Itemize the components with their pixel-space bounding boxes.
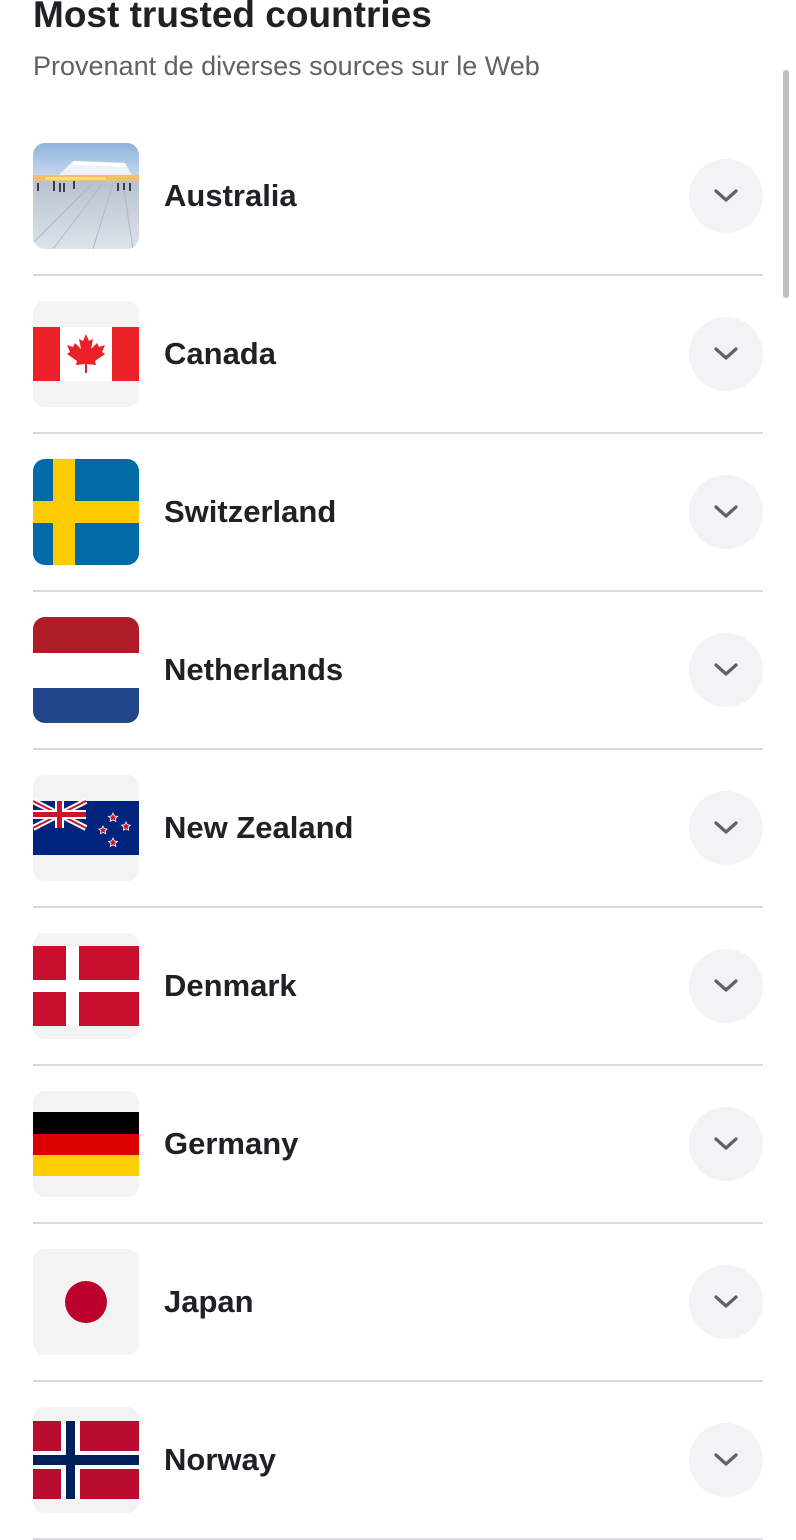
expand-button[interactable] xyxy=(689,475,763,549)
expand-button[interactable] xyxy=(689,1265,763,1339)
country-name: Canada xyxy=(164,336,276,371)
japan-flag xyxy=(33,1249,139,1355)
germany-flag xyxy=(33,1091,139,1197)
list-item[interactable]: Netherlands xyxy=(33,592,763,750)
chevron-down-icon xyxy=(714,1137,738,1150)
list-item[interactable]: Australia xyxy=(33,118,763,276)
sweden-flag xyxy=(33,459,139,565)
expand-button[interactable] xyxy=(689,317,763,391)
expand-button[interactable] xyxy=(689,633,763,707)
expand-button[interactable] xyxy=(689,949,763,1023)
chevron-down-icon xyxy=(714,821,738,834)
expand-button[interactable] xyxy=(689,791,763,865)
country-name: Norway xyxy=(164,1442,276,1477)
opera-house-photo xyxy=(33,143,139,249)
list-item[interactable]: Japan xyxy=(33,1224,763,1382)
chevron-down-icon xyxy=(714,189,738,202)
norway-flag xyxy=(33,1407,139,1513)
list-item[interactable]: Norway xyxy=(33,1382,763,1540)
chevron-down-icon xyxy=(714,1295,738,1308)
country-name: New Zealand xyxy=(164,810,354,845)
new-zealand-flag xyxy=(33,775,139,881)
scrollbar[interactable] xyxy=(783,70,789,298)
country-name: Switzerland xyxy=(164,494,337,529)
expand-button[interactable] xyxy=(689,1423,763,1497)
list-item[interactable]: New Zealand xyxy=(33,750,763,908)
list-item[interactable]: Denmark xyxy=(33,908,763,1066)
country-name: Japan xyxy=(164,1284,254,1319)
expand-button[interactable] xyxy=(689,1107,763,1181)
country-name: Germany xyxy=(164,1126,299,1161)
list-item[interactable]: Germany xyxy=(33,1066,763,1224)
expand-button[interactable] xyxy=(689,159,763,233)
list-item[interactable]: Switzerland xyxy=(33,434,763,592)
chevron-down-icon xyxy=(714,979,738,992)
country-name: Australia xyxy=(164,178,297,213)
page-title: Most trusted countries xyxy=(33,0,432,35)
denmark-flag xyxy=(33,933,139,1039)
canada-flag xyxy=(33,301,139,407)
chevron-down-icon xyxy=(714,663,738,676)
country-name: Netherlands xyxy=(164,652,344,687)
country-list: Australia Canada Switzerland Netherlands… xyxy=(33,118,763,1540)
chevron-down-icon xyxy=(714,505,738,518)
netherlands-flag xyxy=(33,617,139,723)
page-subtitle: Provenant de diverses sources sur le Web xyxy=(33,51,540,81)
list-item[interactable]: Canada xyxy=(33,276,763,434)
chevron-down-icon xyxy=(714,347,738,360)
country-name: Denmark xyxy=(164,968,297,1003)
chevron-down-icon xyxy=(714,1453,738,1466)
